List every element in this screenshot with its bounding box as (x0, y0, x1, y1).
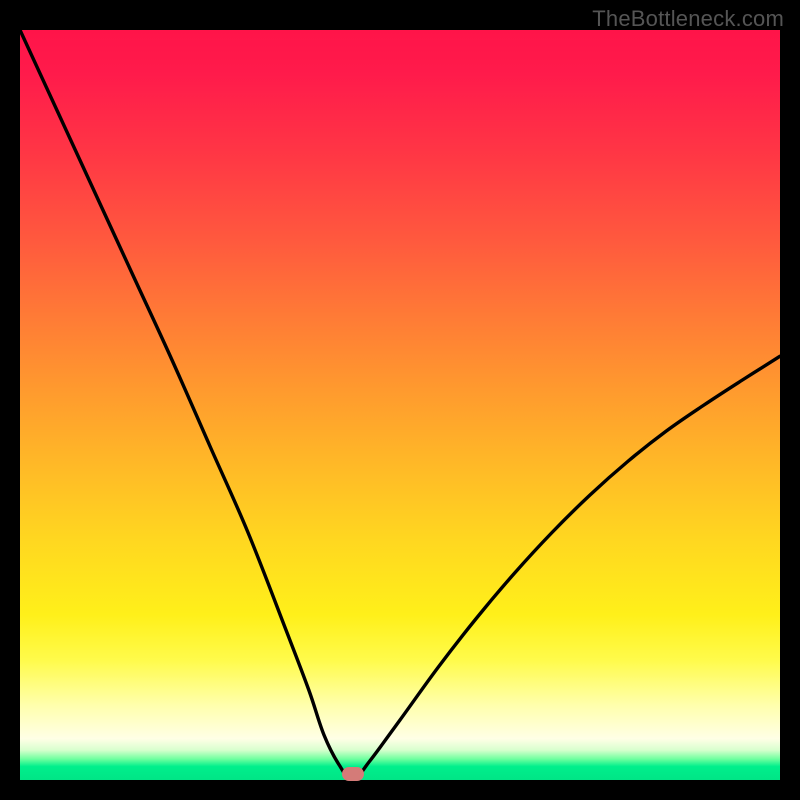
chart-frame: TheBottleneck.com (0, 0, 800, 800)
watermark-text: TheBottleneck.com (592, 6, 784, 32)
optimal-point-marker (342, 767, 364, 781)
bottleneck-curve (20, 30, 780, 780)
